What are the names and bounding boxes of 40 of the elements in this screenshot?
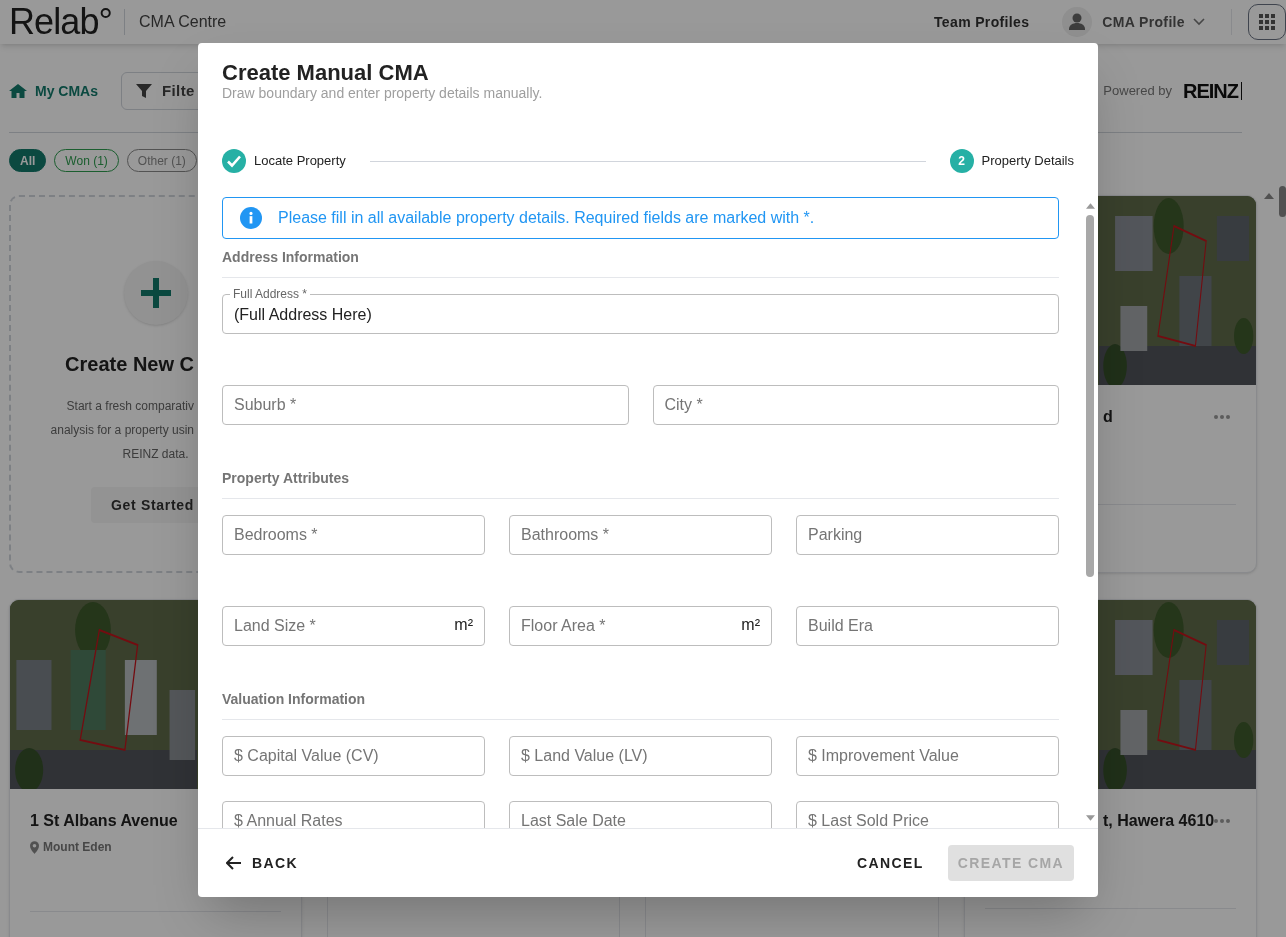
input-field[interactable]: $ Improvement Value bbox=[796, 736, 1059, 776]
input-field[interactable]: $ Annual Rates bbox=[222, 801, 485, 828]
filter-chip[interactable]: All bbox=[9, 149, 47, 172]
my-cmas-link[interactable]: My CMAs bbox=[9, 80, 98, 102]
input-field[interactable]: Suburb * bbox=[222, 385, 629, 425]
team-profiles-link[interactable]: Team Profiles bbox=[934, 11, 1030, 33]
input-field[interactable]: Parking bbox=[796, 515, 1059, 555]
section-heading: Address Information bbox=[222, 248, 360, 267]
step-label: Property Details bbox=[981, 152, 1074, 171]
input-field[interactable]: Bathrooms * bbox=[509, 515, 772, 555]
step-number: 2 bbox=[949, 149, 974, 173]
unit-label: m² bbox=[454, 615, 473, 635]
card-title: d bbox=[1103, 407, 1113, 427]
card-title: t, Hawera 4610 bbox=[1103, 811, 1215, 831]
floating-label: Full Address * bbox=[230, 287, 311, 301]
input-field[interactable]: City * bbox=[652, 385, 1059, 425]
back-button[interactable]: BACK bbox=[212, 845, 313, 881]
powered-by-text: Powered by bbox=[1103, 82, 1172, 101]
input-field[interactable]: Bedrooms * bbox=[222, 515, 485, 555]
input-field[interactable]: Build Era bbox=[796, 606, 1059, 646]
card-title: Create New C bbox=[65, 353, 194, 375]
unit-label: m² bbox=[741, 615, 760, 635]
relab-logo[interactable]: Relab° bbox=[9, 4, 113, 40]
section-heading: Valuation Information bbox=[222, 690, 367, 709]
input-field[interactable]: $ Last Sold Price bbox=[796, 801, 1059, 828]
section-heading: Property Attributes bbox=[222, 469, 351, 488]
card-title: 1 St Albans Avenue bbox=[30, 811, 178, 831]
card-location: Mount Eden bbox=[43, 839, 112, 856]
step-label: Locate Property bbox=[254, 152, 346, 171]
reinz-logo: REINZ bbox=[1183, 79, 1238, 104]
input-field[interactable]: $ Capital Value (CV) bbox=[222, 736, 485, 776]
card-description: REINZ data. bbox=[122, 447, 189, 461]
cancel-button[interactable]: CANCEL bbox=[846, 845, 934, 881]
alert-text: Please fill in all available property details. Required fields are marked with *. bbox=[278, 208, 815, 228]
input-field[interactable]: $ Land Value (LV) bbox=[509, 736, 772, 776]
card-description: Start a fresh comparativ bbox=[66, 399, 194, 413]
section-title: CMA Centre bbox=[139, 12, 227, 32]
card-description: analysis for a property usin bbox=[50, 423, 194, 437]
input-field[interactable]: Last Sale Date bbox=[509, 801, 772, 828]
profile-menu[interactable]: CMA Profile bbox=[1102, 11, 1185, 33]
